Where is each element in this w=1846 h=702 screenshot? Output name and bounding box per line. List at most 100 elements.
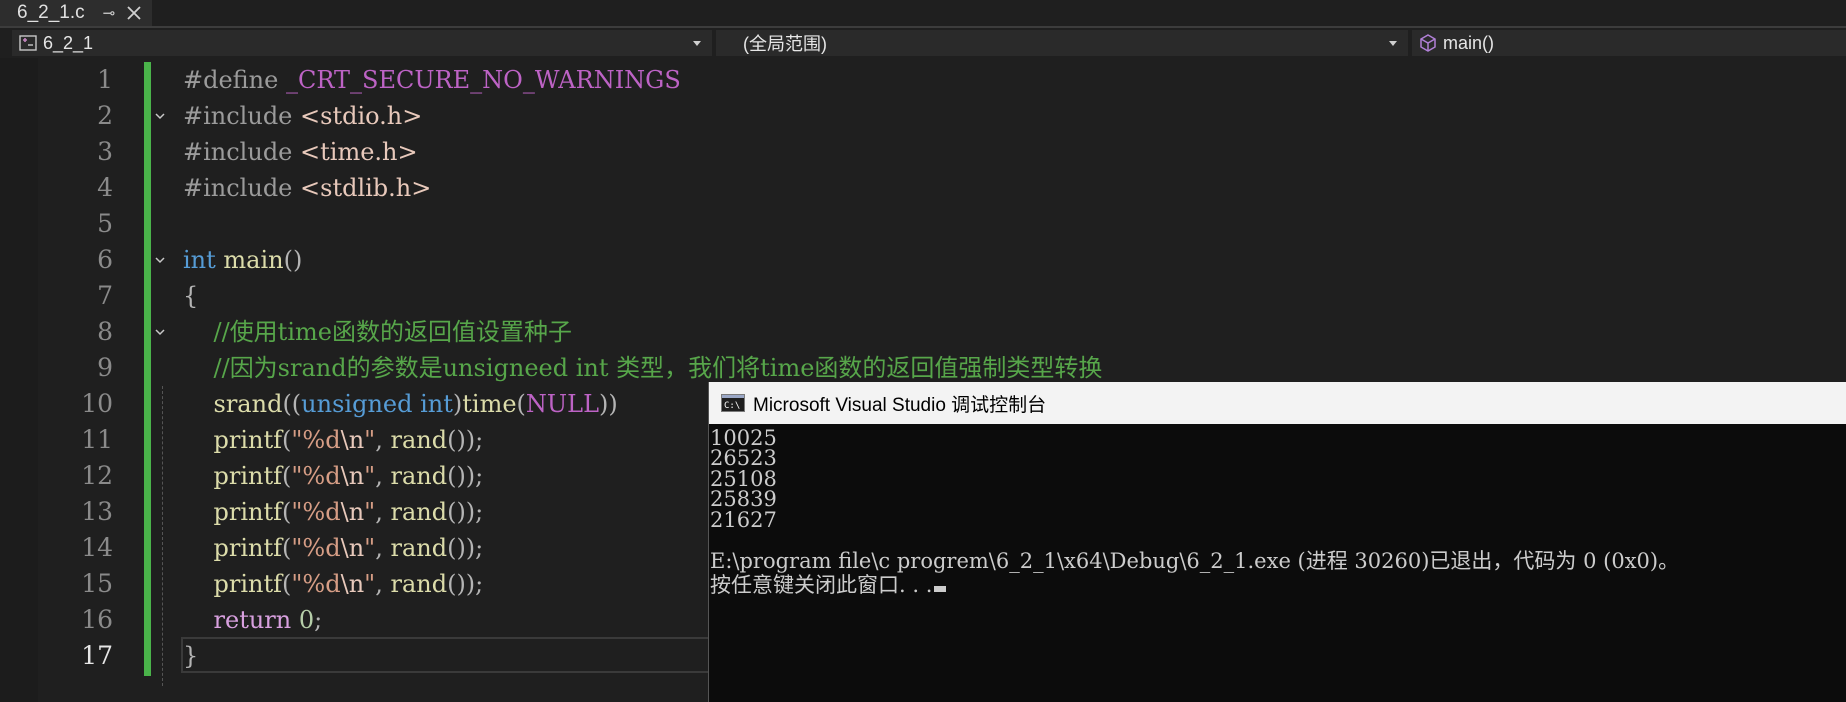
code-line[interactable]: 5 <box>0 206 1846 242</box>
code-token: \n <box>340 462 365 490</box>
line-number: 7 <box>97 281 113 310</box>
code-token: ( <box>282 534 292 562</box>
code-token: int <box>183 246 216 274</box>
code-token: "%d <box>291 534 341 562</box>
code-line[interactable]: 1 #define _CRT_SECURE_NO_WARNINGS <box>0 62 1846 98</box>
document-tab[interactable]: 6_2_1.c ⊸ <box>0 0 152 26</box>
line-number: 14 <box>81 533 113 562</box>
line-number: 5 <box>97 209 113 238</box>
member-dropdown[interactable]: main() <box>1412 30 1846 56</box>
console-title-bar[interactable]: C:\ Microsoft Visual Studio 调试控制台 <box>709 382 1846 424</box>
code-line[interactable]: 8 //使用time函数的返回值设置种子 <box>0 314 1846 350</box>
code-token: time <box>462 390 517 418</box>
line-number: 15 <box>81 569 113 598</box>
svg-text:C:\: C:\ <box>724 401 740 411</box>
fold-chevron-icon[interactable] <box>155 111 165 121</box>
code-text: //使用time函数的返回值设置种子 <box>183 314 572 350</box>
code-token: printf <box>213 498 283 526</box>
member-name: main() <box>1443 32 1495 53</box>
code-token: , <box>375 462 391 490</box>
fold-chevron-icon[interactable] <box>155 255 165 265</box>
code-token: "%d <box>291 570 341 598</box>
code-token: "%d <box>291 498 341 526</box>
code-token: )) <box>599 390 618 418</box>
console-line: E:\program file\c progrem\6_2_1\x64\Debu… <box>710 549 1679 573</box>
code-line[interactable]: 9 //因为srand的参数是unsigneed int 类型，我们将time函… <box>0 350 1846 386</box>
code-token: , <box>375 426 391 454</box>
chevron-down-icon <box>1389 41 1397 46</box>
code-token: unsigned int <box>301 390 453 418</box>
code-token: rand <box>390 462 448 490</box>
code-token: \n <box>340 426 365 454</box>
code-token: " <box>364 534 376 562</box>
code-token: rand <box>390 426 448 454</box>
code-token: } <box>183 642 199 670</box>
code-token: ) <box>452 390 463 418</box>
code-token: ; <box>314 606 323 634</box>
tab-title: 6_2_1.c <box>17 2 85 23</box>
project-dropdown[interactable]: 6_2_1 <box>12 30 712 56</box>
project-name: 6_2_1 <box>43 32 94 53</box>
code-token: #define <box>183 66 286 94</box>
code-token: ( <box>282 462 292 490</box>
code-token: " <box>364 462 376 490</box>
console-line: 按任意键关闭此窗口. . . <box>710 573 947 597</box>
code-text: printf("%d\n", rand()); <box>183 566 484 602</box>
code-token: rand <box>390 498 448 526</box>
code-token: #include <box>183 102 301 130</box>
code-token: return <box>213 606 292 634</box>
code-token: //因为srand的参数是unsigneed int 类型，我们将time函数的… <box>213 354 1103 382</box>
line-number: 1 <box>97 65 113 94</box>
code-token: " <box>364 426 376 454</box>
line-number: 3 <box>97 137 113 166</box>
code-token: 0 <box>298 606 315 634</box>
scope-dropdown[interactable]: (全局范围) <box>716 30 1408 56</box>
line-number: 17 <box>81 641 113 670</box>
line-number: 10 <box>81 389 113 418</box>
code-token: printf <box>213 534 283 562</box>
text-cursor <box>934 586 947 592</box>
code-token: #include <box>183 174 301 202</box>
close-icon[interactable] <box>125 4 143 22</box>
code-line[interactable]: 2 #include <stdio.h> <box>0 98 1846 134</box>
code-line[interactable]: 6 int main() <box>0 242 1846 278</box>
code-token: #include <box>183 138 301 166</box>
code-line[interactable]: 4 #include <stdlib.h> <box>0 170 1846 206</box>
project-icon <box>19 35 37 51</box>
code-line[interactable]: 3 #include <time.h> <box>0 134 1846 170</box>
code-token: \n <box>340 534 365 562</box>
code-token: rand <box>390 570 448 598</box>
code-token: "%d <box>291 462 341 490</box>
code-token: , <box>375 534 391 562</box>
code-token: , <box>375 498 391 526</box>
fold-chevron-icon[interactable] <box>155 327 165 337</box>
code-token: srand <box>213 390 283 418</box>
code-text: printf("%d\n", rand()); <box>183 422 484 458</box>
console-output: 10025 26523 25108 25839 21627 E:\program file… <box>710 424 1840 702</box>
code-line[interactable]: 7{ <box>0 278 1846 314</box>
code-text: printf("%d\n", rand()); <box>183 458 484 494</box>
debug-console-window[interactable]: C:\ Microsoft Visual Studio 调试控制台 10025 2… <box>708 382 1846 702</box>
code-token: , <box>375 570 391 598</box>
pin-icon[interactable]: ⊸ <box>103 4 116 22</box>
code-token: ()); <box>447 462 484 490</box>
code-token: printf <box>213 426 283 454</box>
console-title: Microsoft Visual Studio 调试控制台 <box>753 394 1047 416</box>
console-line: 21627 <box>710 508 777 532</box>
code-token: \n <box>340 498 365 526</box>
console-icon: C:\ <box>721 394 745 412</box>
code-token: " <box>364 570 376 598</box>
code-token: <stdio.h> <box>300 102 423 130</box>
code-token: printf <box>213 570 283 598</box>
code-token: "%d <box>291 426 341 454</box>
chevron-down-icon <box>693 41 701 46</box>
